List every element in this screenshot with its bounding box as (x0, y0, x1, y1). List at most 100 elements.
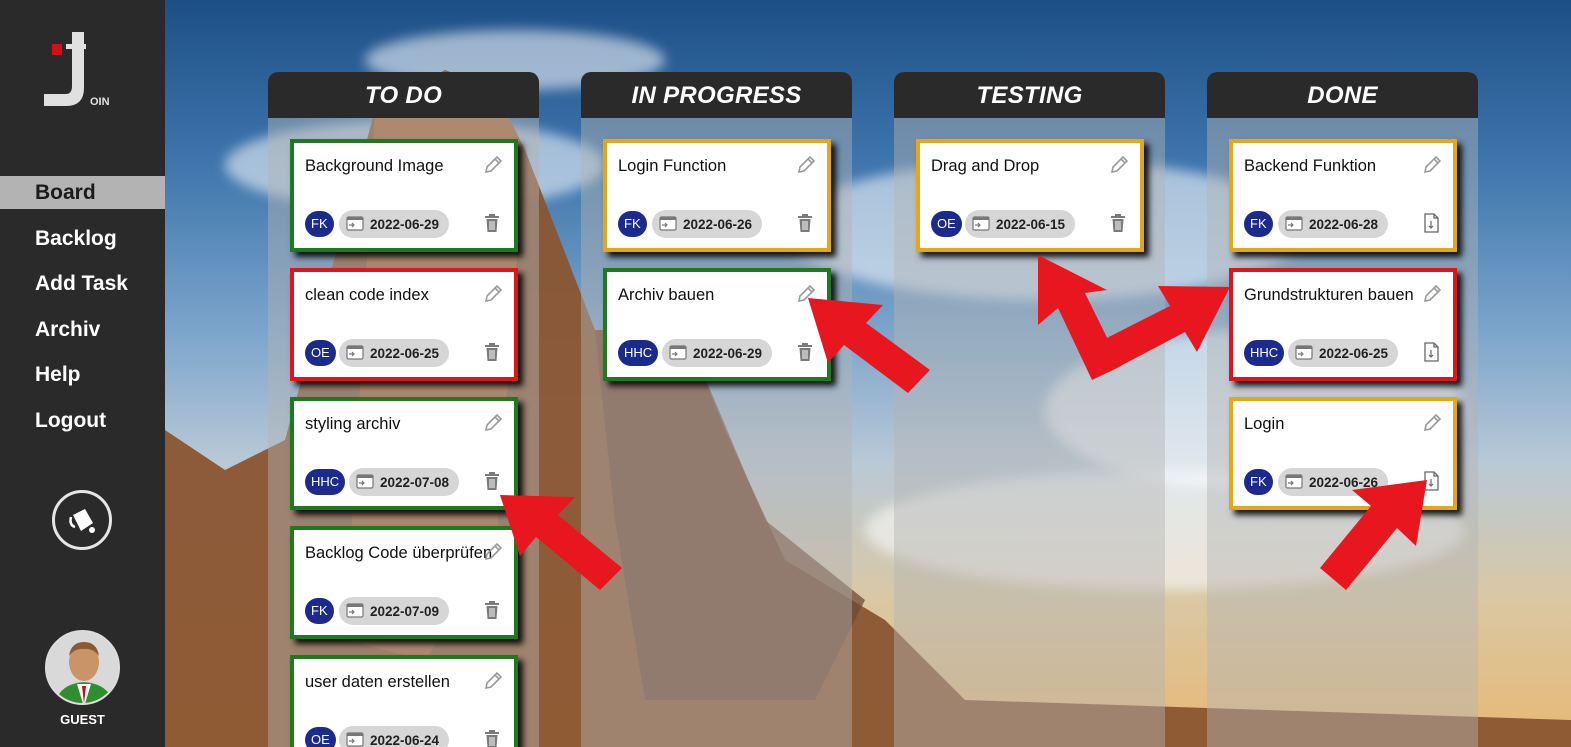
calendar-icon (658, 214, 678, 235)
assignee-badge: HHC (305, 469, 346, 495)
column-header: DONE (1207, 72, 1478, 118)
pencil-icon[interactable] (483, 542, 503, 562)
main-nav: Board Backlog Add Task Archiv Help Logou… (0, 176, 165, 449)
task-card[interactable]: Login FK 2022-06-26 (1229, 397, 1457, 510)
due-date-chip: 2022-06-25 (339, 339, 450, 367)
due-date-chip: 2022-06-24 (339, 726, 450, 747)
nav-board[interactable]: Board (0, 176, 165, 209)
assignee-badge: HHC (1244, 340, 1285, 366)
archive-icon[interactable] (1422, 471, 1440, 491)
due-date-text: 2022-06-29 (693, 345, 763, 361)
trash-icon[interactable] (483, 213, 501, 233)
calendar-icon (355, 472, 375, 493)
nav-add-task[interactable]: Add Task (0, 267, 165, 300)
due-date-text: 2022-06-24 (370, 732, 440, 747)
column-testing: TESTING Drag and Drop OE 2022-06-15 (894, 72, 1165, 747)
nav-logout[interactable]: Logout (0, 404, 165, 437)
due-date-text: 2022-07-08 (380, 474, 450, 490)
calendar-icon (668, 343, 688, 364)
task-card[interactable]: user daten erstellen OE 2022-06-24 (290, 655, 518, 747)
pencil-icon[interactable] (483, 155, 503, 175)
assignee-badge: OE (305, 340, 336, 366)
trash-icon[interactable] (483, 471, 501, 491)
due-date-text: 2022-06-26 (683, 216, 753, 232)
task-title: Drag and Drop (931, 157, 1040, 175)
assignee-badge: FK (1244, 211, 1273, 237)
archive-icon[interactable] (1422, 342, 1440, 362)
trash-icon[interactable] (796, 213, 814, 233)
task-card[interactable]: Background Image FK 2022-06-29 (290, 139, 518, 252)
pencil-icon[interactable] (1422, 155, 1442, 175)
archive-icon[interactable] (1422, 213, 1440, 233)
trash-icon[interactable] (483, 600, 501, 620)
calendar-icon (971, 214, 991, 235)
task-title: Grundstrukturen bauen (1244, 286, 1414, 304)
task-title: Login Function (618, 157, 727, 175)
calendar-icon (345, 343, 365, 364)
due-date-text: 2022-06-25 (1319, 345, 1389, 361)
assignee-badge: FK (618, 211, 647, 237)
user-avatar[interactable] (45, 630, 120, 705)
column-header: IN PROGRESS (581, 72, 852, 118)
column-header: TO DO (268, 72, 539, 118)
nav-backlog[interactable]: Backlog (0, 222, 165, 255)
pencil-icon[interactable] (796, 284, 816, 304)
user-name-label: GUEST (60, 712, 105, 727)
assignee-badge: OE (305, 727, 336, 747)
sidebar: OIN Board Backlog Add Task Archiv Help L… (0, 0, 165, 747)
pencil-icon[interactable] (483, 671, 503, 691)
task-card[interactable]: Archiv bauen HHC 2022-06-29 (603, 268, 831, 381)
pencil-icon[interactable] (1422, 413, 1442, 433)
pencil-icon[interactable] (483, 413, 503, 433)
trash-icon[interactable] (483, 729, 501, 747)
svg-text:OIN: OIN (90, 96, 110, 108)
due-date-text: 2022-06-25 (370, 345, 440, 361)
column-in-progress: IN PROGRESS Login Function FK 2022-06-26 Arc… (581, 72, 852, 747)
theme-toggle-button[interactable] (52, 490, 112, 550)
due-date-chip: 2022-06-29 (662, 339, 773, 367)
pencil-icon[interactable] (1109, 155, 1129, 175)
task-card[interactable]: Drag and Drop OE 2022-06-15 (916, 139, 1144, 252)
due-date-chip: 2022-06-26 (652, 210, 763, 238)
calendar-icon (1294, 343, 1314, 364)
assignee-badge: HHC (618, 340, 659, 366)
calendar-icon (1284, 214, 1304, 235)
due-date-chip: 2022-06-15 (965, 210, 1076, 238)
column-done: DONE Backend Funktion FK 2022-06-28 Grundstr… (1207, 72, 1478, 747)
calendar-icon (1284, 472, 1304, 493)
trash-icon[interactable] (796, 342, 814, 362)
task-card[interactable]: Backlog Code überprüfen FK 2022-07-09 (290, 526, 518, 639)
due-date-chip: 2022-06-28 (1278, 210, 1389, 238)
nav-help[interactable]: Help (0, 358, 165, 391)
calendar-icon (345, 730, 365, 747)
due-date-text: 2022-06-15 (996, 216, 1066, 232)
trash-icon[interactable] (483, 342, 501, 362)
task-card[interactable]: styling archiv HHC 2022-07-08 (290, 397, 518, 510)
pencil-icon[interactable] (796, 155, 816, 175)
assignee-badge: FK (1244, 469, 1273, 495)
due-date-text: 2022-06-28 (1309, 216, 1379, 232)
due-date-text: 2022-07-09 (370, 603, 440, 619)
trash-icon[interactable] (1109, 213, 1127, 233)
task-title: Background Image (305, 157, 444, 175)
assignee-badge: FK (305, 211, 334, 237)
calendar-icon (345, 601, 365, 622)
task-title: Backlog Code überprüfen (305, 544, 493, 562)
pencil-icon[interactable] (1422, 284, 1442, 304)
task-title: clean code index (305, 286, 429, 304)
assignee-badge: FK (305, 598, 334, 624)
task-card[interactable]: Login Function FK 2022-06-26 (603, 139, 831, 252)
due-date-chip: 2022-06-29 (339, 210, 450, 238)
task-title: Archiv bauen (618, 286, 715, 304)
nav-archiv[interactable]: Archiv (0, 313, 165, 346)
task-title: styling archiv (305, 415, 401, 433)
due-date-chip: 2022-06-26 (1278, 468, 1389, 496)
task-card[interactable]: Grundstrukturen bauen HHC 2022-06-25 (1229, 268, 1457, 381)
join-logo-icon[interactable]: OIN (38, 28, 114, 112)
task-card[interactable]: clean code index OE 2022-06-25 (290, 268, 518, 381)
due-date-chip: 2022-07-08 (349, 468, 460, 496)
task-card[interactable]: Backend Funktion FK 2022-06-28 (1229, 139, 1457, 252)
task-title: Backend Funktion (1244, 157, 1377, 175)
due-date-text: 2022-06-26 (1309, 474, 1379, 490)
pencil-icon[interactable] (483, 284, 503, 304)
